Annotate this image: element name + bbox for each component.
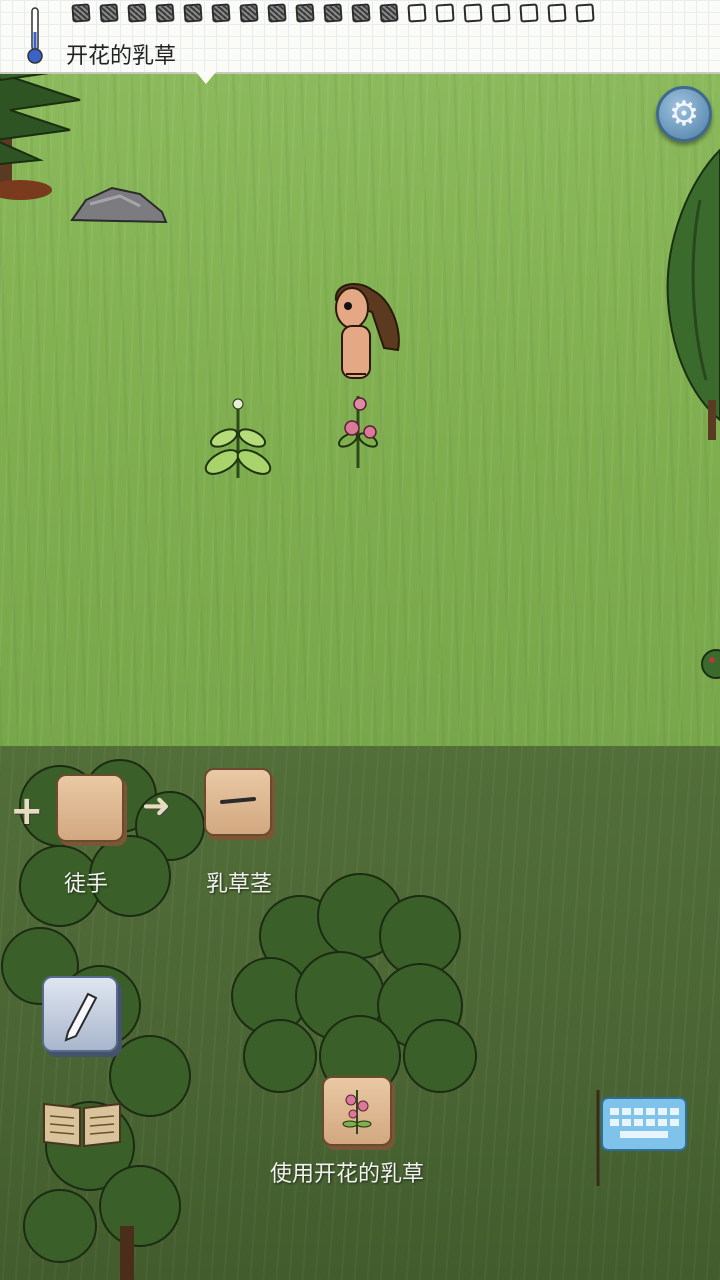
food-pip bbox=[407, 3, 427, 23]
big-rock[interactable] bbox=[70, 186, 168, 224]
player-character[interactable] bbox=[334, 283, 400, 379]
food-pip bbox=[183, 3, 203, 23]
food-pip bbox=[267, 3, 287, 23]
food-pip bbox=[155, 3, 175, 23]
food-pip bbox=[323, 3, 343, 23]
pencil-button[interactable] bbox=[42, 976, 118, 1052]
flowering-milkweed[interactable] bbox=[337, 396, 379, 468]
recipe-book-button[interactable] bbox=[40, 1098, 124, 1150]
berry-bush[interactable] bbox=[701, 649, 720, 679]
gear-icon: ⚙ bbox=[668, 94, 700, 134]
settings-button[interactable]: ⚙ bbox=[656, 86, 712, 142]
result-item-slot[interactable] bbox=[204, 768, 272, 836]
game-world[interactable] bbox=[0, 0, 720, 746]
food-pip bbox=[575, 3, 595, 23]
milkweed[interactable] bbox=[202, 398, 274, 479]
food-pip bbox=[463, 3, 483, 23]
world-scene bbox=[0, 42, 720, 679]
plus-icon: + bbox=[10, 788, 44, 834]
food-pip bbox=[547, 3, 567, 23]
food-pip bbox=[211, 3, 231, 23]
status-bar: 开花的乳草 bbox=[0, 0, 720, 84]
bottom-panel: + ➜ 徒手 乳草茎 使用开花的乳草 bbox=[0, 746, 720, 1280]
food-pip bbox=[379, 3, 399, 23]
use-action-label: 使用开花的乳草 bbox=[270, 1162, 425, 1187]
food-pip bbox=[295, 3, 315, 23]
food-pip bbox=[491, 3, 511, 23]
food-pip bbox=[435, 3, 455, 23]
food-pip bbox=[71, 3, 91, 23]
source-label: 徒手 bbox=[64, 872, 109, 897]
food-pip bbox=[351, 3, 371, 23]
milkweed-stalk-icon bbox=[220, 797, 256, 804]
food-pip bbox=[99, 3, 119, 23]
keyboard-button[interactable] bbox=[584, 1086, 694, 1196]
use-item-slot[interactable] bbox=[322, 1076, 392, 1146]
result-label: 乳草茎 bbox=[206, 872, 273, 897]
pencil-icon bbox=[64, 992, 98, 1042]
food-pip bbox=[239, 3, 259, 23]
hovered-object-name: 开花的乳草 bbox=[66, 44, 177, 69]
food-pip bbox=[127, 3, 147, 23]
source-item-slot[interactable] bbox=[56, 774, 124, 842]
arrow-right-icon: ➜ bbox=[142, 786, 171, 826]
flowering-milkweed-icon bbox=[342, 1090, 372, 1134]
thermometer-icon bbox=[27, 7, 43, 64]
food-meter bbox=[71, 3, 595, 23]
juniper-tree[interactable] bbox=[666, 148, 720, 440]
food-pip bbox=[519, 3, 539, 23]
